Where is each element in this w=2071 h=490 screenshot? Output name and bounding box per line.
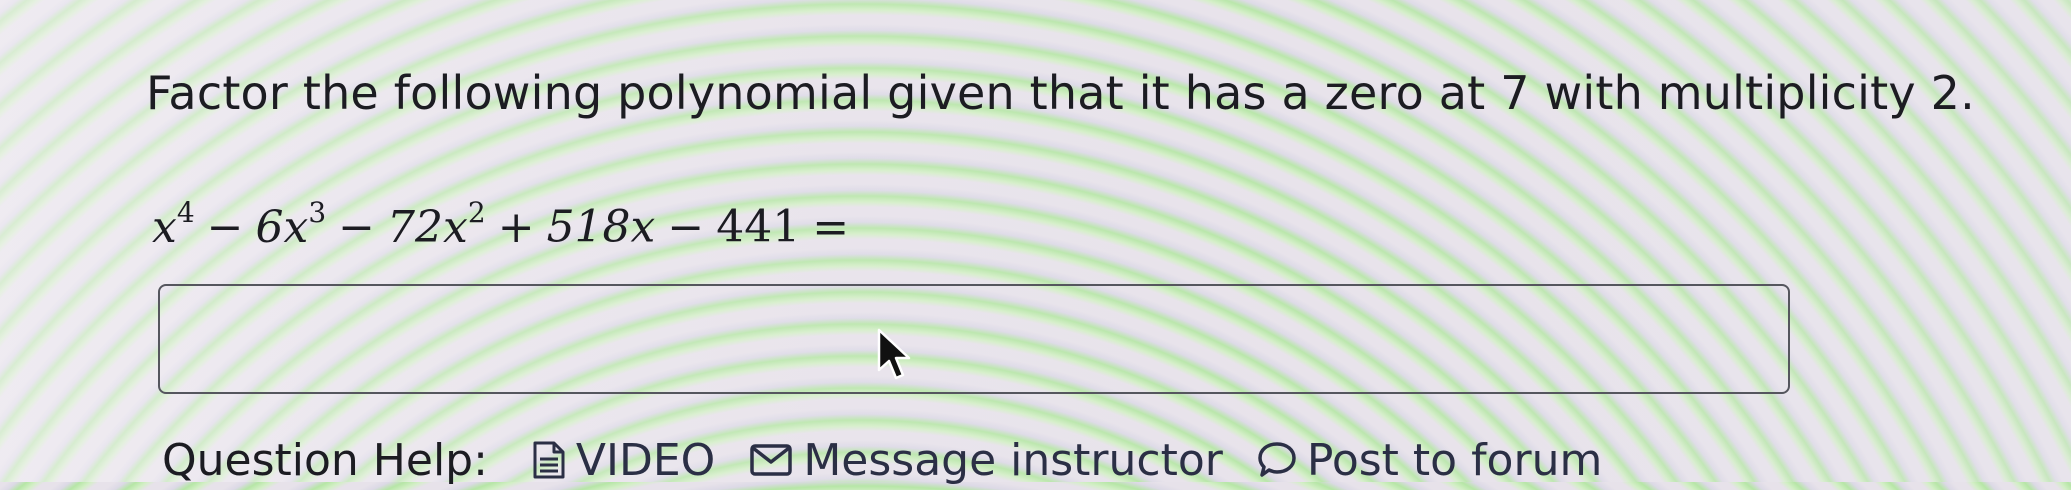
equals-sign: = [812, 201, 850, 253]
polynomial-equation: x4−6x3−72x2 +518x −441 = [152, 196, 861, 253]
video-link[interactable]: VIDEO [532, 435, 715, 486]
operator-2: − [338, 201, 376, 253]
term-1: x4 [152, 196, 195, 253]
question-help-label: Question Help: [162, 434, 488, 486]
speech-bubble-icon [1258, 442, 1296, 477]
envelope-icon [750, 444, 793, 476]
question-prompt: Factor the following polynomial given th… [146, 66, 1975, 120]
answer-input[interactable] [158, 284, 1790, 394]
mouse-pointer-icon [877, 328, 911, 380]
video-link-label: VIDEO [575, 434, 716, 486]
message-instructor-label: Message instructor [803, 434, 1223, 486]
post-to-forum-label: Post to forum [1306, 434, 1603, 486]
message-instructor-link[interactable]: Message instructor [749, 435, 1223, 486]
operator-4: − [667, 201, 705, 253]
term-3: 72x2 [387, 196, 486, 253]
post-to-forum-link[interactable]: Post to forum [1257, 435, 1602, 486]
term-5: 441 [716, 201, 801, 253]
term-4: 518x [546, 201, 656, 253]
question-help-bar: Question Help: VIDEO Message instructor … [162, 430, 1636, 490]
term-2: 6x3 [255, 196, 327, 253]
operator-3: + [497, 201, 535, 253]
document-icon [533, 441, 565, 479]
operator-1: − [206, 201, 244, 253]
